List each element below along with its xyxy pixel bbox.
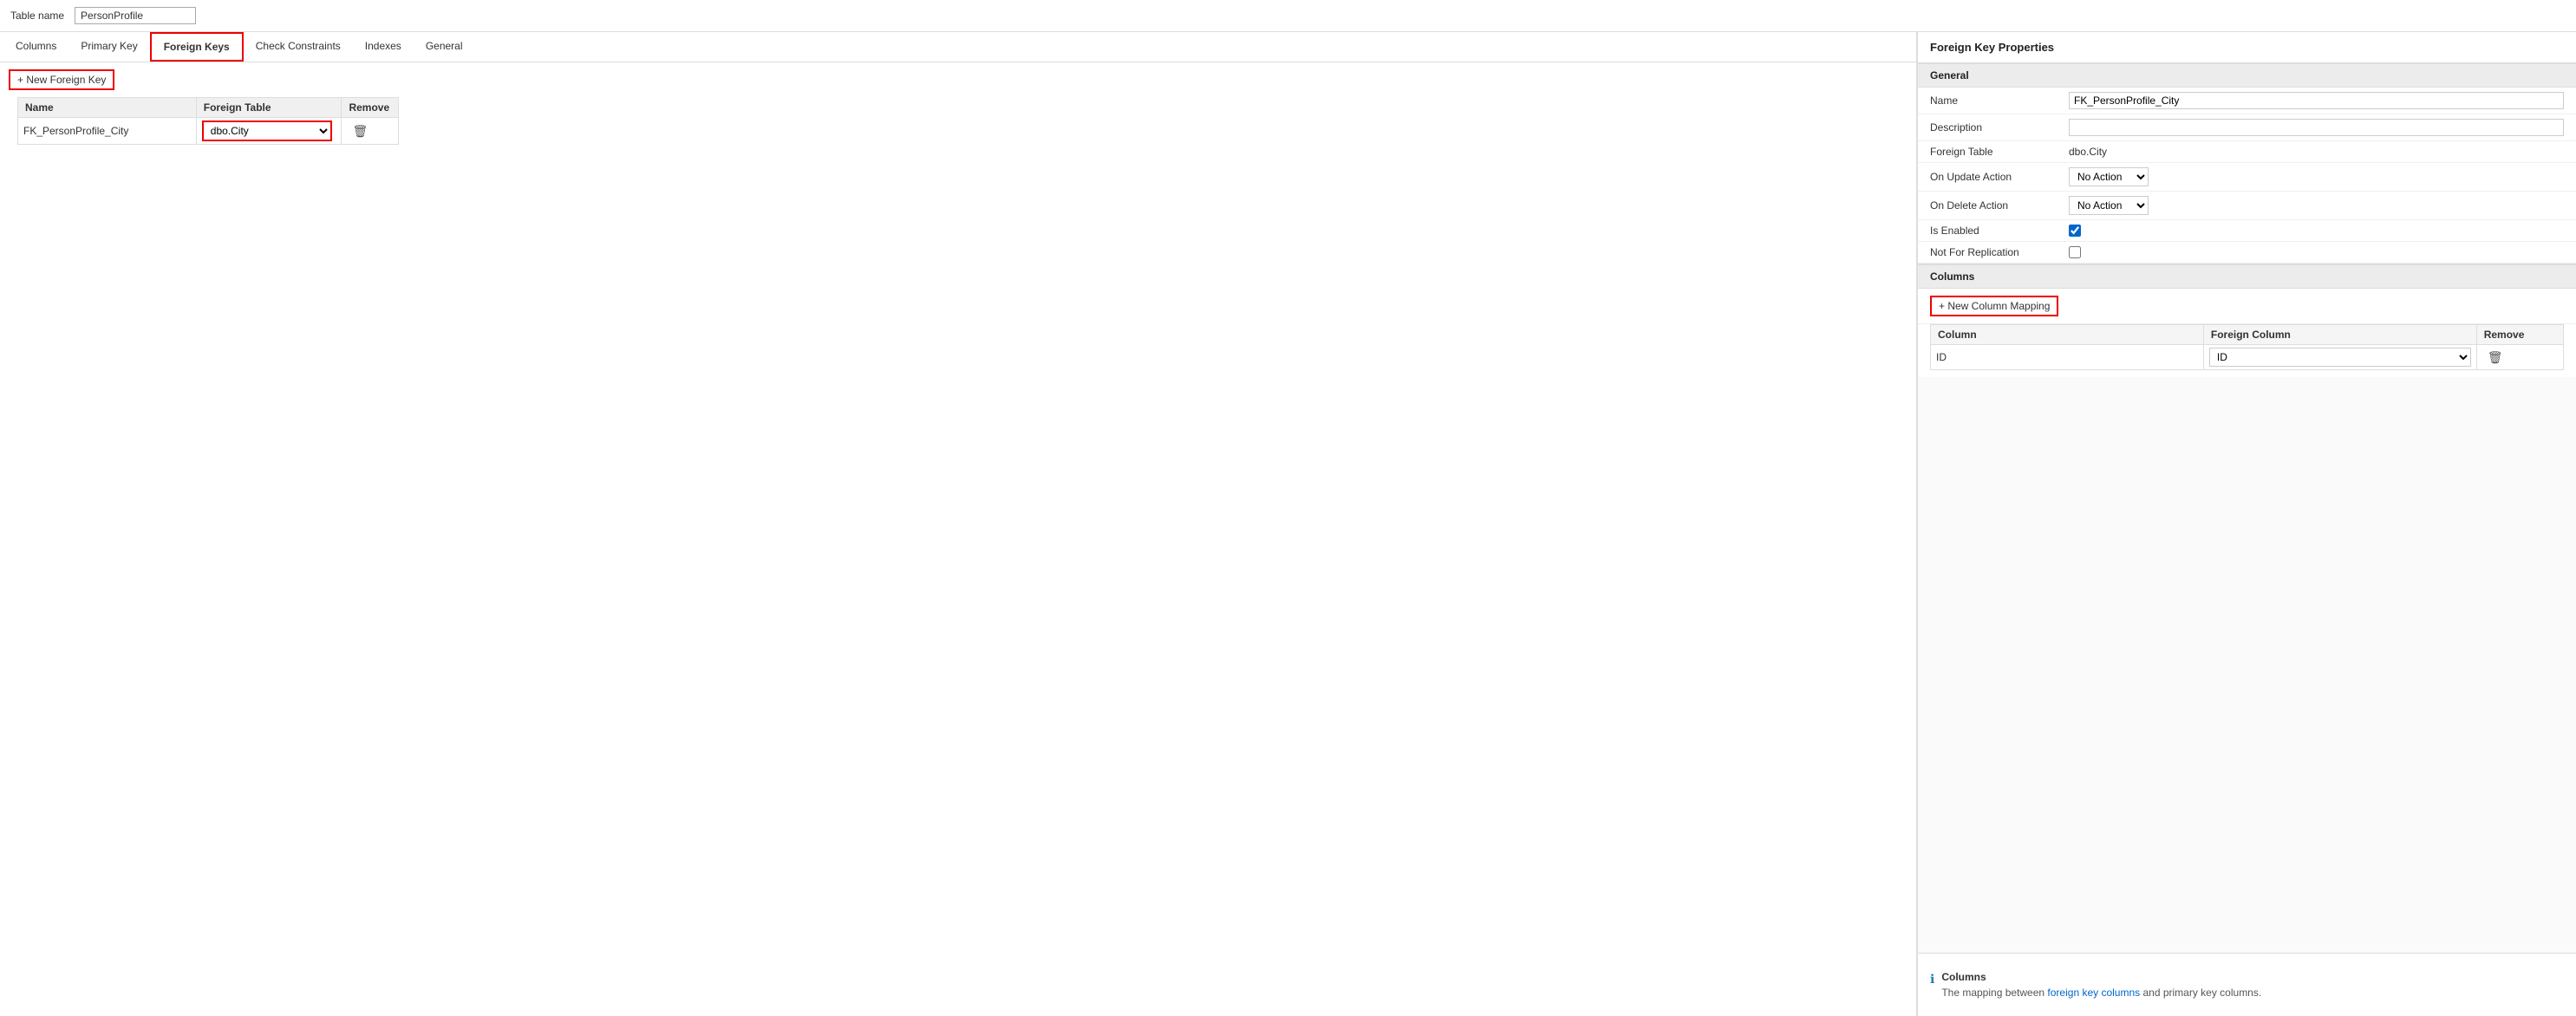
- info-icon: ℹ: [1930, 972, 1934, 987]
- prop-select-on-delete[interactable]: No Action Cascade Set Null Set Default: [2069, 196, 2149, 215]
- col-mapping-table: Column Foreign Column Remove ID ID CityI…: [1930, 324, 2564, 370]
- prop-label-is-enabled: Is Enabled: [1930, 225, 2069, 237]
- info-row: ℹ Columns The mapping between foreign ke…: [1930, 971, 2564, 999]
- prop-checkbox-is-enabled[interactable]: [2069, 225, 2081, 237]
- general-section-header: General: [1918, 63, 2576, 88]
- info-content: Columns The mapping between foreign key …: [1941, 971, 2261, 999]
- info-text: The mapping between foreign key columns …: [1941, 987, 2261, 999]
- table-row: FK_PersonProfile_City dbo.City dbo.Addre…: [18, 118, 399, 145]
- prop-value-foreign-table: dbo.City: [2069, 146, 2564, 158]
- fk-delete-button[interactable]: 🗑: [347, 122, 373, 140]
- prop-row-foreign-table: Foreign Table dbo.City: [1918, 141, 2576, 163]
- fk-col-foreign-table: Foreign Table: [196, 98, 342, 118]
- fk-table: Name Foreign Table Remove FK_PersonProfi…: [17, 97, 399, 145]
- tabs-bar: Columns Primary Key Foreign Keys Check C…: [0, 32, 1916, 62]
- prop-checkbox-not-for-replication[interactable]: [2069, 246, 2081, 258]
- prop-label-description: Description: [1930, 121, 2069, 134]
- col-header-remove: Remove: [2476, 325, 2563, 345]
- prop-input-name[interactable]: [2069, 92, 2564, 109]
- tab-foreign-keys[interactable]: Foreign Keys: [150, 32, 244, 62]
- prop-select-on-update[interactable]: No Action Cascade Set Null Set Default: [2069, 167, 2149, 186]
- tab-columns[interactable]: Columns: [3, 32, 68, 62]
- right-panel: Foreign Key Properties General Name Desc…: [1917, 32, 2576, 1016]
- new-column-mapping-button[interactable]: + New Column Mapping: [1930, 296, 2058, 316]
- main-content: Columns Primary Key Foreign Keys Check C…: [0, 32, 2576, 1016]
- prop-row-not-for-replication: Not For Replication: [1918, 242, 2576, 264]
- new-foreign-key-button[interactable]: + New Foreign Key: [9, 69, 114, 90]
- prop-row-on-delete: On Delete Action No Action Cascade Set N…: [1918, 192, 2576, 220]
- col-mapping-remove-cell: 🗑: [2476, 345, 2563, 370]
- col-mapping-toolbar: + New Column Mapping: [1918, 289, 2576, 324]
- col-mapping-foreign-column-cell: ID CityID Name: [2203, 345, 2476, 370]
- col-header-foreign-column: Foreign Column: [2203, 325, 2476, 345]
- prop-row-name: Name: [1918, 88, 2576, 114]
- fk-name-cell: FK_PersonProfile_City: [18, 118, 197, 145]
- fk-col-remove: Remove: [342, 98, 399, 118]
- col-mapping-column-cell: ID: [1931, 345, 2204, 370]
- prop-label-not-for-replication: Not For Replication: [1930, 246, 2069, 258]
- prop-row-description: Description: [1918, 114, 2576, 141]
- tab-check-constraints[interactable]: Check Constraints: [244, 32, 353, 62]
- tab-indexes[interactable]: Indexes: [353, 32, 414, 62]
- tab-primary-key[interactable]: Primary Key: [68, 32, 149, 62]
- info-section: ℹ Columns The mapping between foreign ke…: [1918, 953, 2576, 1016]
- columns-section: Columns: [1918, 264, 2576, 289]
- fk-col-name: Name: [18, 98, 197, 118]
- left-panel: Columns Primary Key Foreign Keys Check C…: [0, 32, 1917, 1016]
- fk-toolbar: + New Foreign Key: [0, 62, 1916, 97]
- col-mapping-delete-button[interactable]: 🗑: [2482, 348, 2508, 367]
- info-title: Columns: [1941, 971, 2261, 983]
- info-link[interactable]: foreign key columns: [2047, 987, 2140, 999]
- prop-label-on-update: On Update Action: [1930, 171, 2069, 183]
- prop-label-name: Name: [1930, 94, 2069, 107]
- col-mapping-table-container: Column Foreign Column Remove ID ID CityI…: [1918, 324, 2576, 377]
- tab-general[interactable]: General: [414, 32, 475, 62]
- col-mapping-foreign-column-select[interactable]: ID CityID Name: [2209, 348, 2471, 367]
- prop-label-foreign-table: Foreign Table: [1930, 146, 2069, 158]
- fk-table-container: Name Foreign Table Remove FK_PersonProfi…: [0, 97, 1916, 145]
- table-name-label: Table name: [10, 10, 64, 22]
- fk-remove-cell: 🗑: [342, 118, 399, 145]
- prop-label-on-delete: On Delete Action: [1930, 199, 2069, 212]
- fk-foreign-table-select[interactable]: dbo.City dbo.Address dbo.Country: [202, 120, 332, 141]
- top-bar: Table name: [0, 0, 2576, 32]
- prop-input-description[interactable]: [2069, 119, 2564, 136]
- rp-title: Foreign Key Properties: [1918, 32, 2576, 63]
- col-header-column: Column: [1931, 325, 2204, 345]
- prop-row-on-update: On Update Action No Action Cascade Set N…: [1918, 163, 2576, 192]
- fk-foreign-table-cell: dbo.City dbo.Address dbo.Country: [196, 118, 342, 145]
- table-row: ID ID CityID Name 🗑: [1931, 345, 2564, 370]
- columns-section-header: Columns: [1918, 264, 2576, 289]
- table-name-input[interactable]: [75, 7, 196, 24]
- prop-row-is-enabled: Is Enabled: [1918, 220, 2576, 242]
- app-container: Table name Columns Primary Key Foreign K…: [0, 0, 2576, 1016]
